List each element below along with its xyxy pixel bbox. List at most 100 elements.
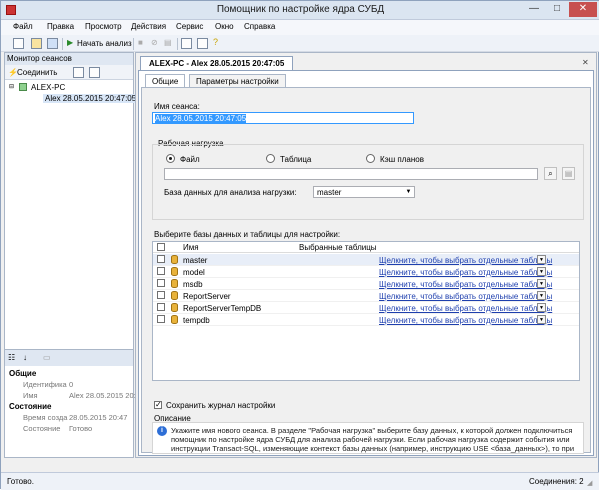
- select-databases-label: Выберите базы данных и таблицы для настр…: [154, 230, 341, 239]
- menu-bar: Файл Правка Просмотр Действия Сервис Окн…: [1, 20, 599, 35]
- toolbar-separator: [133, 38, 134, 50]
- workload-plan-cache-radio[interactable]: [366, 154, 375, 163]
- workload-table-radio[interactable]: [266, 154, 275, 163]
- connect-button[interactable]: Соединить: [17, 68, 57, 77]
- table-row[interactable]: msdb Щелкните, чтобы выбрать отдельные та…: [153, 278, 579, 290]
- start-analysis-button[interactable]: Начать анализ: [77, 39, 132, 48]
- cancel-icon[interactable]: ⊘: [151, 38, 158, 47]
- properties-icon[interactable]: [89, 67, 100, 78]
- db-for-analysis-select[interactable]: master ▼: [313, 186, 415, 198]
- chevron-down-icon[interactable]: ▼: [537, 303, 546, 312]
- copy-icon[interactable]: [197, 38, 208, 49]
- grid-header: Имя Выбранные таблицы: [153, 242, 579, 253]
- resize-grip-icon[interactable]: ◢: [587, 479, 592, 487]
- session-document: Общие Параметры настройки Имя сеанса: Al…: [138, 70, 594, 456]
- tab-general[interactable]: Общие: [145, 74, 186, 88]
- close-document-icon[interactable]: ✕: [582, 58, 589, 67]
- session-name-input[interactable]: Alex 28.05.2015 20:47:05: [152, 112, 414, 124]
- menu-help[interactable]: Справка: [244, 22, 275, 31]
- properties-toolbar: ☷ ↓ ▭: [5, 350, 133, 366]
- chevron-down-icon[interactable]: ▼: [537, 255, 546, 264]
- window-title: Помощник по настройке ядра СУБД: [216, 4, 385, 15]
- prop-row: Идентифика 0: [23, 380, 74, 389]
- select-tables-link[interactable]: Щелкните, чтобы выбрать отдельные таблиц…: [379, 316, 552, 325]
- database-checkbox[interactable]: [157, 267, 165, 275]
- document-area: ALEX-PC - Alex 28.05.2015 20:47:05 ✕ Общ…: [135, 52, 597, 458]
- menu-window[interactable]: Окно: [215, 22, 234, 31]
- new-session-icon[interactable]: [73, 67, 84, 78]
- table-row[interactable]: ReportServerTempDB Щелкните, чтобы выбрат…: [153, 302, 579, 314]
- database-icon: [171, 267, 178, 276]
- database-checkbox[interactable]: [157, 303, 165, 311]
- database-name: ReportServerTempDB: [183, 304, 262, 313]
- description-box: i Укажите имя нового сеанса. В разделе "…: [152, 422, 584, 454]
- maximize-button[interactable]: □: [546, 2, 568, 17]
- chevron-down-icon[interactable]: ▼: [537, 279, 546, 288]
- connections-count: Соединения: 2: [529, 477, 584, 486]
- workload-file-input[interactable]: [164, 168, 538, 180]
- menu-tools[interactable]: Сервис: [176, 22, 203, 31]
- save-log-checkbox[interactable]: [154, 400, 162, 409]
- select-tables-link[interactable]: Щелкните, чтобы выбрать отдельные таблиц…: [379, 268, 552, 277]
- chevron-down-icon[interactable]: ▼: [537, 315, 546, 324]
- tree-expander[interactable]: ⊟: [9, 83, 14, 90]
- table-row[interactable]: tempdb Щелкните, чтобы выбрать отдельные …: [153, 314, 579, 326]
- minimize-button[interactable]: —: [523, 2, 545, 17]
- select-all-checkbox[interactable]: [157, 243, 165, 251]
- session-document-tab[interactable]: ALEX-PC - Alex 28.05.2015 20:47:05: [140, 56, 294, 70]
- database-icon: [171, 255, 178, 264]
- select-tables-link[interactable]: Щелкните, чтобы выбрать отдельные таблиц…: [379, 304, 552, 313]
- select-tables-link[interactable]: Щелкните, чтобы выбрать отдельные таблиц…: [379, 256, 552, 265]
- table-row[interactable]: ReportServer Щелкните, чтобы выбрать отде…: [153, 290, 579, 302]
- toolbar: ▶ Начать анализ ■ ⊘ ▤ ?: [1, 35, 599, 52]
- database-name: tempdb: [183, 316, 210, 325]
- title-bar: Помощник по настройке ядра СУБД — □ ✕: [1, 1, 599, 20]
- database-icon: [171, 303, 178, 312]
- open-icon[interactable]: [31, 38, 42, 49]
- help-icon[interactable]: ?: [213, 37, 218, 47]
- menu-file[interactable]: Файл: [13, 22, 33, 31]
- database-checkbox[interactable]: [157, 291, 165, 299]
- stop-icon[interactable]: ■: [138, 38, 143, 47]
- export-icon[interactable]: [181, 38, 192, 49]
- close-button[interactable]: ✕: [569, 2, 597, 17]
- database-checkbox[interactable]: [157, 255, 165, 263]
- prop-row: Состояние Готово: [23, 424, 93, 433]
- workload-file-radio[interactable]: [166, 154, 175, 163]
- session-name-label: Имя сеанса:: [154, 102, 200, 111]
- select-tables-link[interactable]: Щелкните, чтобы выбрать отдельные таблиц…: [379, 280, 552, 289]
- prop-row: Имя Alex 28.05.2015 20:47:05: [23, 391, 155, 400]
- menu-actions[interactable]: Действия: [131, 22, 166, 31]
- database-checkbox[interactable]: [157, 315, 165, 323]
- database-name: ReportServer: [183, 292, 231, 301]
- prop-category-state: Состояние: [9, 402, 52, 411]
- property-pages-icon[interactable]: ▭: [43, 353, 51, 362]
- menu-edit[interactable]: Правка: [47, 22, 74, 31]
- new-session-icon[interactable]: [13, 38, 24, 49]
- session-monitor-toolbar: ⚡ Соединить: [5, 65, 133, 80]
- browse-file-icon[interactable]: ⌕: [544, 167, 557, 180]
- main-window: Помощник по настройке ядра СУБД — □ ✕ Фа…: [0, 0, 599, 490]
- report-icon[interactable]: ▤: [164, 38, 172, 47]
- database-checkbox[interactable]: [157, 279, 165, 287]
- table-row[interactable]: model Щелкните, чтобы выбрать отдельные т…: [153, 266, 579, 278]
- start-analysis-icon[interactable]: ▶: [67, 38, 73, 47]
- prop-category-general: Общие: [9, 369, 37, 378]
- select-tables-link[interactable]: Щелкните, чтобы выбрать отдельные таблиц…: [379, 292, 552, 301]
- tab-tuning-options[interactable]: Параметры настройки: [189, 74, 286, 88]
- table-row[interactable]: master Щелкните, чтобы выбрать отдельные …: [153, 254, 579, 266]
- tree-session[interactable]: Alex 28.05.2015 20:47:05: [43, 94, 139, 103]
- tree-server[interactable]: ALEX-PC: [31, 83, 65, 92]
- prop-row: Время созда 28.05.2015 20:47: [23, 413, 128, 422]
- save-icon[interactable]: [47, 38, 58, 49]
- alphabetical-icon[interactable]: ↓: [23, 353, 27, 362]
- status-text: Готово.: [7, 477, 34, 486]
- categorized-icon[interactable]: ☷: [8, 353, 15, 362]
- chevron-down-icon[interactable]: ▼: [537, 291, 546, 300]
- chevron-down-icon[interactable]: ▼: [537, 267, 546, 276]
- menu-view[interactable]: Просмотр: [85, 22, 122, 31]
- database-name: model: [183, 268, 205, 277]
- grid-col-tables: Выбранные таблицы: [299, 243, 377, 252]
- workload-table-label: Таблица: [280, 155, 312, 164]
- preview-file-icon[interactable]: ▤: [562, 167, 575, 180]
